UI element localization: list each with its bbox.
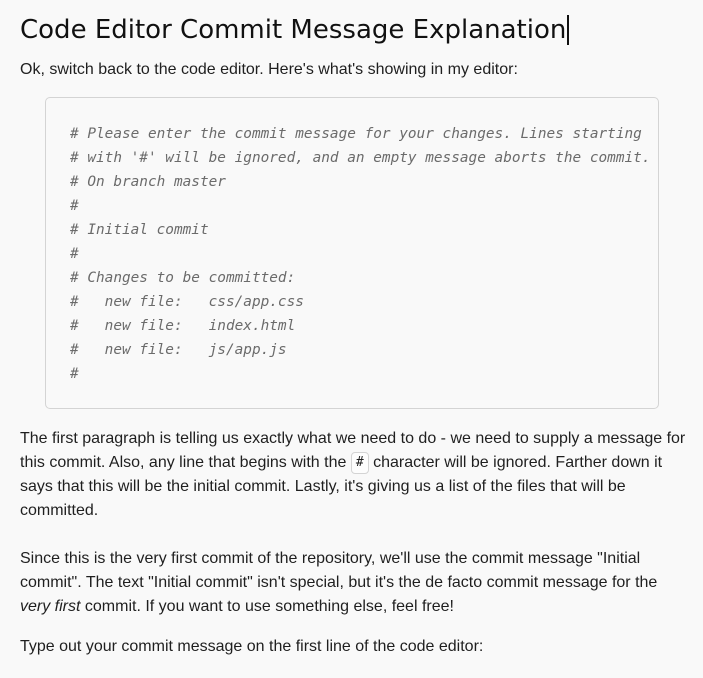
code-line: # new file: css/app.css: [70, 294, 304, 310]
paragraph-explanation: The first paragraph is telling us exactl…: [20, 427, 690, 523]
code-line: # new file: js/app.js: [70, 342, 287, 358]
code-line: # with '#' will be ignored, and an empty…: [70, 150, 651, 166]
code-line: #: [70, 198, 79, 214]
code-line: # new file: index.html: [70, 318, 296, 334]
code-line: #: [70, 246, 79, 262]
intro-text: Ok, switch back to the code editor. Here…: [20, 61, 518, 78]
paragraph-text: commit. If you want to use something els…: [80, 598, 454, 615]
inline-code-hash: #: [350, 452, 369, 474]
emphasis-text: very first: [20, 598, 81, 615]
code-block: # Please enter the commit message for yo…: [45, 97, 659, 409]
page-title[interactable]: Code Editor Commit Message Explanation: [20, 10, 566, 50]
code-line: # On branch master: [70, 174, 226, 190]
code-line: # Initial commit: [70, 222, 209, 238]
code-line: # Changes to be committed:: [70, 270, 296, 286]
code-line: # Please enter the commit message for yo…: [70, 126, 642, 142]
paragraph-initial-commit: Since this is the very first commit of t…: [20, 547, 690, 619]
code-lines: # Please enter the commit message for yo…: [70, 122, 650, 386]
paragraph-text: Since this is the very first commit of t…: [20, 550, 658, 591]
text-caret: [567, 15, 570, 45]
code-line: #: [70, 366, 79, 382]
title-wrap: Code Editor Commit Message Explanation: [20, 10, 570, 50]
paragraph-instruction: Type out your commit message on the firs…: [20, 638, 484, 655]
